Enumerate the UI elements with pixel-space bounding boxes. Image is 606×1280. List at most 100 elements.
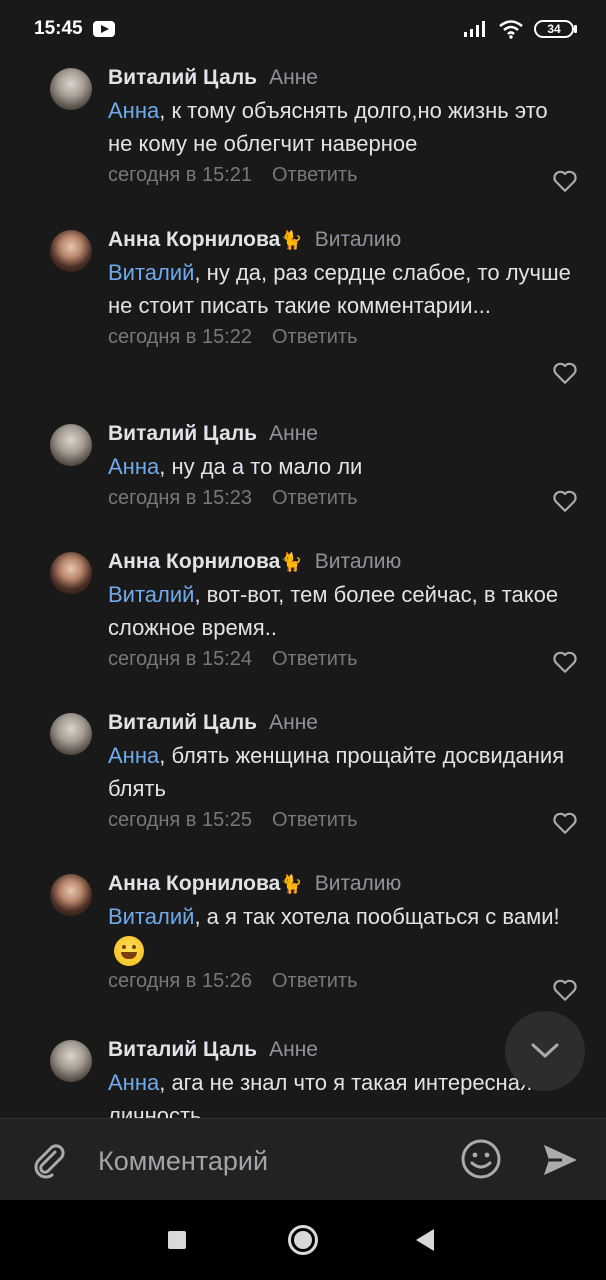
comment-time: сегодня в 15:21 xyxy=(108,164,252,186)
comment-message: , блять женщина прощайте досвидания блят… xyxy=(108,743,565,801)
reply-button[interactable]: Ответить xyxy=(272,322,358,352)
comment-body: Анна Корнилова🐈 Виталию Виталий, а я так … xyxy=(108,870,576,996)
comment-body: Анна Корнилова🐈 Виталию Виталий, ну да, р… xyxy=(108,226,576,352)
author-name[interactable]: Виталий Цаль xyxy=(108,422,257,445)
comment-text: Анна, блять женщина прощайте досвидания … xyxy=(108,739,576,805)
comment-text: Анна, к тому объяснять долго,но жизнь эт… xyxy=(108,94,576,160)
battery-icon: 34 xyxy=(534,20,577,38)
comment-meta: сегодня в 15:24 Ответить xyxy=(108,644,576,674)
author-name[interactable]: Анна Корнилова xyxy=(108,228,280,251)
comment-text: Виталий, ну да, раз сердце слабое, то лу… xyxy=(108,256,576,322)
comment-header: Анна Корнилова🐈 Виталию xyxy=(108,870,576,898)
reply-to[interactable]: Анне xyxy=(269,422,318,445)
reply-button[interactable]: Ответить xyxy=(272,644,358,674)
comment-meta: сегодня в 15:22 Ответить xyxy=(108,322,576,352)
like-heart-icon[interactable] xyxy=(552,649,578,675)
comment-body: Виталий Цаль Анне Анна, ну да а то мало л… xyxy=(108,420,576,513)
mention-link[interactable]: Анна xyxy=(108,743,159,768)
comment-meta: сегодня в 15:26 Ответить xyxy=(108,966,576,996)
comment-time: сегодня в 15:24 xyxy=(108,648,252,670)
reply-to[interactable]: Виталию xyxy=(315,228,402,251)
like-heart-icon[interactable] xyxy=(552,488,578,514)
cat-emoji-icon: 🐈 xyxy=(280,230,303,250)
reply-to[interactable]: Анне xyxy=(269,711,318,734)
wifi-icon xyxy=(499,20,523,39)
author-name[interactable]: Виталий Цаль xyxy=(108,711,257,734)
author-name[interactable]: Виталий Цаль xyxy=(108,1038,257,1061)
reply-button[interactable]: Ответить xyxy=(272,160,358,190)
avatar[interactable] xyxy=(50,713,92,755)
comment-text: Виталий, а я так хотела пообщаться с вам… xyxy=(108,900,576,967)
comment-header: Виталий Цаль Анне xyxy=(108,420,576,448)
back-button[interactable] xyxy=(416,1229,434,1251)
status-left: 15:45 xyxy=(34,18,115,40)
mention-link[interactable]: Виталий xyxy=(108,582,194,607)
home-button[interactable] xyxy=(288,1225,318,1255)
avatar[interactable] xyxy=(50,874,92,916)
cat-emoji-icon: 🐈 xyxy=(280,874,303,894)
avatar[interactable] xyxy=(50,1040,92,1082)
comment-time: сегодня в 15:25 xyxy=(108,809,252,831)
author-name[interactable]: Анна Корнилова xyxy=(108,872,280,895)
smile-icon[interactable] xyxy=(460,1138,502,1180)
reply-to[interactable]: Анне xyxy=(269,1038,318,1061)
comment-header: Виталий Цаль Анне xyxy=(108,64,576,92)
comment-header: Анна Корнилова🐈 Виталию xyxy=(108,548,576,576)
comment-text: Анна, ага не знал что я такая интересная… xyxy=(108,1066,576,1118)
like-heart-icon[interactable] xyxy=(552,977,578,1003)
comment-message: , ну да а то мало ли xyxy=(159,454,363,479)
comment-composer xyxy=(0,1118,606,1200)
comment-body: Анна Корнилова🐈 Виталию Виталий, вот-вот,… xyxy=(108,548,576,674)
cat-emoji-icon: 🐈 xyxy=(280,552,303,572)
author-name[interactable]: Виталий Цаль xyxy=(108,66,257,89)
author-name[interactable]: Анна Корнилова xyxy=(108,550,280,573)
youtube-notification-icon xyxy=(92,21,115,37)
reply-button[interactable]: Ответить xyxy=(272,483,358,513)
comment-time: сегодня в 15:23 xyxy=(108,487,252,509)
reply-to[interactable]: Виталию xyxy=(315,550,402,573)
comment-message: , к тому объяснять долго,но жизнь это не… xyxy=(108,98,548,156)
system-nav-bar xyxy=(0,1200,606,1280)
comment-time: сегодня в 15:26 xyxy=(108,970,252,993)
comment-meta: сегодня в 15:23 Ответить xyxy=(108,483,576,513)
comment-feed[interactable]: Виталий Цаль Анне Анна, к тому объяснять … xyxy=(0,58,606,1118)
chevron-down-icon xyxy=(531,1043,559,1058)
comment-text: Виталий, вот-вот, тем более сейчас, в та… xyxy=(108,578,576,644)
paperclip-icon[interactable] xyxy=(28,1139,68,1179)
comment-meta: сегодня в 15:25 Ответить xyxy=(108,805,576,835)
status-right: 34 xyxy=(462,19,577,39)
signal-icon xyxy=(464,21,485,37)
comment-meta: сегодня в 15:21 Ответить xyxy=(108,160,576,190)
like-heart-icon[interactable] xyxy=(552,168,578,194)
avatar[interactable] xyxy=(50,424,92,466)
grinning-face-emoji-icon xyxy=(114,936,144,967)
mention-link[interactable]: Виталий xyxy=(108,260,194,285)
comment-message: , а я так хотела пообщаться с вами! xyxy=(194,904,560,929)
send-icon[interactable] xyxy=(540,1140,580,1180)
mention-link[interactable]: Анна xyxy=(108,98,159,123)
comment-header: Виталий Цаль Анне xyxy=(108,709,576,737)
mention-link[interactable]: Анна xyxy=(108,454,159,479)
avatar[interactable] xyxy=(50,68,92,110)
comment-header: Анна Корнилова🐈 Виталию xyxy=(108,226,576,254)
status-time: 15:45 xyxy=(34,18,83,39)
comment-body: Виталий Цаль Анне Анна, блять женщина про… xyxy=(108,709,576,835)
reply-button[interactable]: Ответить xyxy=(272,966,358,996)
reply-to[interactable]: Анне xyxy=(269,66,318,89)
comment-time: сегодня в 15:22 xyxy=(108,326,252,348)
reply-button[interactable]: Ответить xyxy=(272,805,358,835)
like-heart-icon[interactable] xyxy=(552,360,578,386)
mention-link[interactable]: Виталий xyxy=(108,904,194,929)
recent-apps-button[interactable] xyxy=(168,1231,186,1249)
comment-input[interactable] xyxy=(96,1138,440,1184)
like-heart-icon[interactable] xyxy=(552,810,578,836)
avatar[interactable] xyxy=(50,230,92,272)
comment-message: , ага не знал что я такая интересная лич… xyxy=(108,1070,532,1118)
comment-body: Виталий Цаль Анне Анна, к тому объяснять … xyxy=(108,64,576,190)
comment-text: Анна, ну да а то мало ли xyxy=(108,450,576,483)
reply-to[interactable]: Виталию xyxy=(315,872,402,895)
status-bar: 15:45 34 xyxy=(0,0,606,58)
mention-link[interactable]: Анна xyxy=(108,1070,159,1095)
avatar[interactable] xyxy=(50,552,92,594)
scroll-down-button[interactable] xyxy=(505,1011,585,1091)
